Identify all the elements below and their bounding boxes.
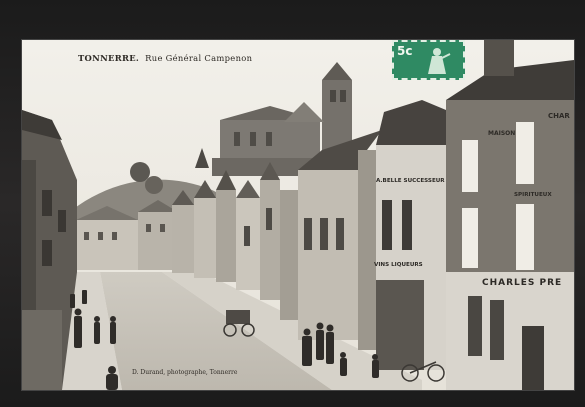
publisher-credit: D. Durand, photographe, Tonnerre [132, 369, 238, 376]
postcard-card: A.BELLE SUCCESSEUR VINS LIQUEURS CHARLES… [22, 40, 574, 390]
place-name: TONNERRE. [78, 53, 140, 63]
tree [145, 176, 163, 194]
shop-sign-maison: MAISON [488, 130, 516, 137]
shop-sign-char: CHAR [548, 112, 570, 120]
chimney [484, 40, 514, 76]
sower-figure-icon [428, 48, 451, 74]
street-name: Rue Général Campenon [145, 53, 253, 63]
shop-sign-charles: CHARLES PRE [482, 278, 563, 288]
shop-sign-spiritueux: SPIRITUEUX [514, 192, 552, 198]
tree [130, 162, 150, 182]
postage-stamp: 5c [392, 40, 465, 80]
street-photograph [22, 40, 574, 390]
postcard-caption: TONNERRE. Rue Général Campenon [78, 53, 252, 63]
shop-sign-successeur: A.BELLE SUCCESSEUR [376, 178, 445, 184]
stamp-value: 5c [397, 44, 413, 58]
shop-sign-vins: VINS LIQUEURS [374, 262, 423, 268]
